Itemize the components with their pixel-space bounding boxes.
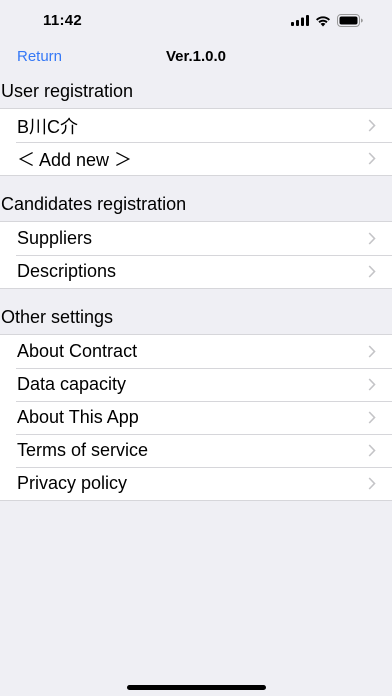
- list-item-label: Data capacity: [17, 374, 127, 394]
- page-title: Ver.1.0.0: [165, 48, 227, 65]
- list-item-label: About This App: [17, 407, 139, 427]
- list-item-terms-of-service[interactable]: Terms of service: [0, 434, 392, 467]
- home-indicator[interactable]: [127, 685, 266, 690]
- list-item-suppliers[interactable]: Suppliers: [0, 222, 392, 255]
- chevron-right-icon: [368, 152, 376, 165]
- section-header-candidates: Candidates registration: [1, 194, 187, 214]
- chevron-right-icon: [368, 378, 376, 391]
- status-time: 11:42: [43, 12, 83, 29]
- wifi-icon: [316, 15, 330, 26]
- status-bar: 11:42: [0, 0, 392, 40]
- group-other-settings: About Contract Data capacity About This …: [0, 334, 392, 501]
- group-user-registration: B川C介 ＜ Add new ＞: [0, 108, 392, 176]
- chevron-right-icon: [368, 411, 376, 424]
- section-header-other: Other settings: [1, 307, 114, 327]
- signal-icon: [291, 15, 309, 26]
- status-icons: [291, 14, 364, 27]
- list-item-add-new[interactable]: ＜ Add new ＞: [0, 142, 392, 175]
- list-item-about-this-app[interactable]: About This App: [0, 401, 392, 434]
- section-header-user: User registration: [1, 81, 134, 101]
- list-item-user[interactable]: B川C介: [0, 109, 392, 142]
- list-item-label: Descriptions: [17, 261, 117, 281]
- list-item-data-capacity[interactable]: Data capacity: [0, 368, 392, 401]
- nav-bar: Return Ver.1.0.0: [0, 40, 392, 76]
- list-item-label: About Contract: [17, 341, 138, 361]
- chevron-right-icon: [368, 119, 376, 132]
- chevron-right-icon: [368, 232, 376, 245]
- chevron-right-icon: [368, 345, 376, 358]
- group-candidates-registration: Suppliers Descriptions: [0, 221, 392, 289]
- chevron-right-icon: [368, 477, 376, 490]
- list-item-label: B川C介: [17, 116, 79, 137]
- chevron-right-icon: [368, 444, 376, 457]
- list-item-label: ＜ Add new ＞: [17, 149, 133, 170]
- list-item-privacy-policy[interactable]: Privacy policy: [0, 467, 392, 500]
- list-item-label: Terms of service: [17, 440, 149, 460]
- list-item-descriptions[interactable]: Descriptions: [0, 255, 392, 288]
- chevron-right-icon: [368, 265, 376, 278]
- list-item-label: Suppliers: [17, 228, 93, 248]
- battery-icon: [337, 14, 363, 27]
- list-item-label: Privacy policy: [17, 473, 128, 493]
- list-item-about-contract[interactable]: About Contract: [0, 335, 392, 368]
